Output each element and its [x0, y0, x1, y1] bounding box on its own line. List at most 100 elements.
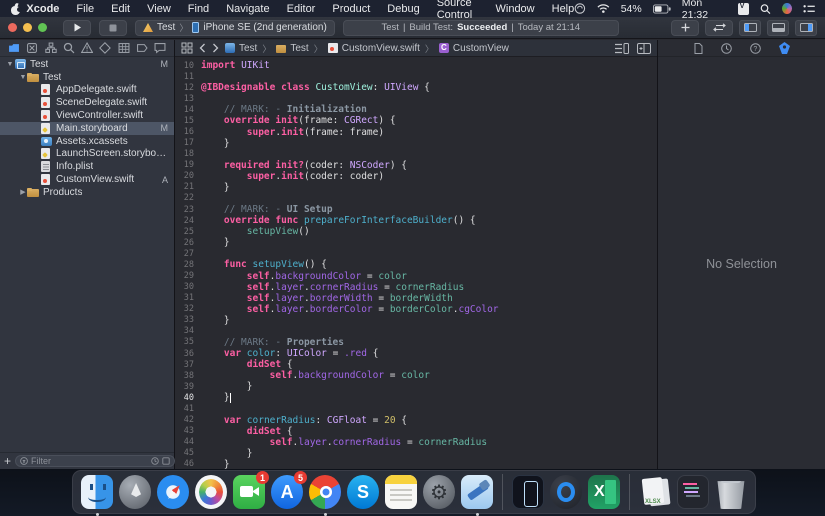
dock-item-appstore[interactable]: A5 — [271, 475, 303, 509]
navigator-item-main-storyboard[interactable]: Main.storyboardM — [0, 122, 174, 135]
dock-item-minimized-window[interactable] — [677, 475, 709, 509]
code-line-23[interactable]: 23 // MARK: - UI Setup — [175, 204, 657, 215]
dock-item-finder[interactable] — [81, 475, 113, 509]
menu-view[interactable]: View — [147, 3, 171, 15]
code-line-38[interactable]: 38 self.backgroundColor = color — [175, 370, 657, 381]
editor-options-icon[interactable] — [615, 43, 629, 54]
spotlight-icon[interactable] — [760, 3, 771, 15]
dock-item-launchpad[interactable] — [119, 475, 151, 509]
code-line-46[interactable]: 46 } — [175, 459, 657, 469]
code-line-11[interactable]: 11 — [175, 71, 657, 82]
library-add-button[interactable] — [671, 20, 699, 36]
minimize-window-button[interactable] — [23, 23, 32, 32]
siri-icon[interactable] — [782, 3, 792, 14]
file-inspector-icon[interactable] — [694, 43, 703, 54]
disclosure-triangle[interactable]: ▼ — [19, 74, 27, 81]
breadcrumb-item-test[interactable]: Test — [276, 43, 308, 54]
menu-find[interactable]: Find — [188, 3, 209, 15]
code-line-36[interactable]: 36 var color: UIColor = .red { — [175, 348, 657, 359]
navigator-tab-search-icon[interactable] — [63, 42, 75, 54]
breadcrumb-item-customview[interactable]: CCustomView — [439, 43, 509, 54]
code-line-29[interactable]: 29 self.backgroundColor = color — [175, 270, 657, 281]
navigator-tab-reports-icon[interactable] — [154, 42, 166, 54]
navigator-item-info-plist[interactable]: Info.plist — [0, 160, 174, 173]
attributes-inspector-icon[interactable] — [779, 42, 790, 54]
disclosure-triangle[interactable]: ▼ — [6, 61, 14, 68]
navigator-item-appdelegate-swift[interactable]: AppDelegate.swift — [0, 84, 174, 97]
menu-debug[interactable]: Debug — [387, 3, 419, 15]
dock-item-system-preferences[interactable]: ⚙ — [423, 475, 455, 509]
navigator-tab-breakpoints-icon[interactable] — [136, 42, 148, 54]
code-line-30[interactable]: 30 self.layer.cornerRadius = cornerRadiu… — [175, 282, 657, 293]
code-line-32[interactable]: 32 self.layer.borderColor = borderColor.… — [175, 304, 657, 315]
battery-icon[interactable] — [653, 4, 671, 14]
toggle-inspector-button[interactable] — [795, 20, 817, 36]
navigator-tab-source-control-icon[interactable] — [26, 42, 38, 54]
toggle-debug-area-button[interactable] — [767, 20, 789, 36]
stop-button[interactable] — [99, 20, 127, 36]
menu-help[interactable]: Help — [552, 3, 575, 15]
code-line-27[interactable]: 27 — [175, 248, 657, 259]
navigator-tab-debug-icon[interactable] — [118, 42, 130, 54]
dock-item-skype[interactable]: S — [347, 475, 379, 509]
history-inspector-icon[interactable] — [721, 43, 732, 54]
code-line-13[interactable]: 13 — [175, 93, 657, 104]
navigator-item-test[interactable]: ▼Test — [0, 71, 174, 84]
run-button[interactable] — [63, 20, 91, 36]
close-window-button[interactable] — [8, 23, 17, 32]
dock-item-excel[interactable]: X — [588, 475, 620, 509]
source-code-editor[interactable]: 10import UIKit1112@IBDesignable class Cu… — [175, 58, 657, 469]
go-forward-icon[interactable] — [212, 43, 219, 53]
recent-filter-icon[interactable] — [151, 457, 159, 465]
code-line-16[interactable]: 16 super.init(frame: frame) — [175, 126, 657, 137]
code-line-28[interactable]: 28 func setupView() { — [175, 259, 657, 270]
quick-help-inspector-icon[interactable]: ? — [750, 43, 761, 54]
code-line-43[interactable]: 43 didSet { — [175, 426, 657, 437]
code-line-19[interactable]: 19 required init?(coder: NSCoder) { — [175, 160, 657, 171]
scm-filter-icon[interactable] — [162, 457, 170, 465]
code-line-24[interactable]: 24 override func prepareForInterfaceBuil… — [175, 215, 657, 226]
code-line-45[interactable]: 45 } — [175, 448, 657, 459]
notification-center-icon[interactable] — [803, 4, 815, 14]
navigator-item-viewcontroller-swift[interactable]: ViewController.swift — [0, 109, 174, 122]
code-line-35[interactable]: 35 // MARK: - Properties — [175, 337, 657, 348]
code-line-18[interactable]: 18 — [175, 149, 657, 160]
navigator-tab-symbols-icon[interactable] — [45, 42, 57, 54]
navigator-item-launchscreen-storyboard[interactable]: LaunchScreen.storyboard — [0, 148, 174, 161]
menu-source-control[interactable]: Source Control — [437, 0, 479, 21]
editor-swap-button[interactable] — [705, 20, 733, 36]
navigator-item-scenedelegate-swift[interactable]: SceneDelegate.swift — [0, 96, 174, 109]
navigator-item-assets-xcassets[interactable]: Assets.xcassets — [0, 135, 174, 148]
code-line-17[interactable]: 17 } — [175, 138, 657, 149]
filter-input[interactable] — [31, 456, 148, 466]
code-line-26[interactable]: 26 } — [175, 237, 657, 248]
menu-window[interactable]: Window — [496, 3, 535, 15]
dock-item-xcode[interactable] — [461, 475, 493, 509]
dock-item-notes[interactable] — [385, 475, 417, 509]
menu-edit[interactable]: Edit — [111, 3, 130, 15]
dock-item-docs[interactable] — [639, 475, 671, 509]
dock-item-safari[interactable] — [157, 475, 189, 509]
code-line-20[interactable]: 20 super.init(coder: coder) — [175, 171, 657, 182]
breadcrumb-item-test[interactable]: Test — [225, 43, 257, 54]
dock-item-photos[interactable] — [195, 475, 227, 509]
code-line-42[interactable]: 42 var cornerRadius: CGFloat = 20 { — [175, 415, 657, 426]
menu-product[interactable]: Product — [332, 3, 370, 15]
code-line-33[interactable]: 33 } — [175, 315, 657, 326]
scheme-selector[interactable]: Test 〉 iPhone SE (2nd generation) — [135, 20, 335, 36]
input-source-icon[interactable] — [738, 3, 750, 15]
menu-editor[interactable]: Editor — [287, 3, 316, 15]
wifi-icon[interactable] — [597, 3, 610, 14]
related-items-icon[interactable] — [181, 42, 193, 54]
add-file-button[interactable]: + — [4, 456, 11, 466]
code-line-12[interactable]: 12@IBDesignable class CustomView: UIView… — [175, 82, 657, 93]
dock-item-quicktime[interactable] — [550, 475, 582, 509]
dock-item-facetime[interactable]: 1 — [233, 475, 265, 509]
menu-clock[interactable]: Mon 21:32 — [682, 0, 727, 21]
zoom-window-button[interactable] — [38, 23, 47, 32]
code-line-25[interactable]: 25 setupView() — [175, 226, 657, 237]
navigator-tab-issues-icon[interactable] — [81, 42, 93, 54]
dock-item-simulator[interactable] — [512, 475, 544, 509]
code-line-44[interactable]: 44 self.layer.cornerRadius = cornerRadiu… — [175, 437, 657, 448]
code-line-21[interactable]: 21 } — [175, 182, 657, 193]
